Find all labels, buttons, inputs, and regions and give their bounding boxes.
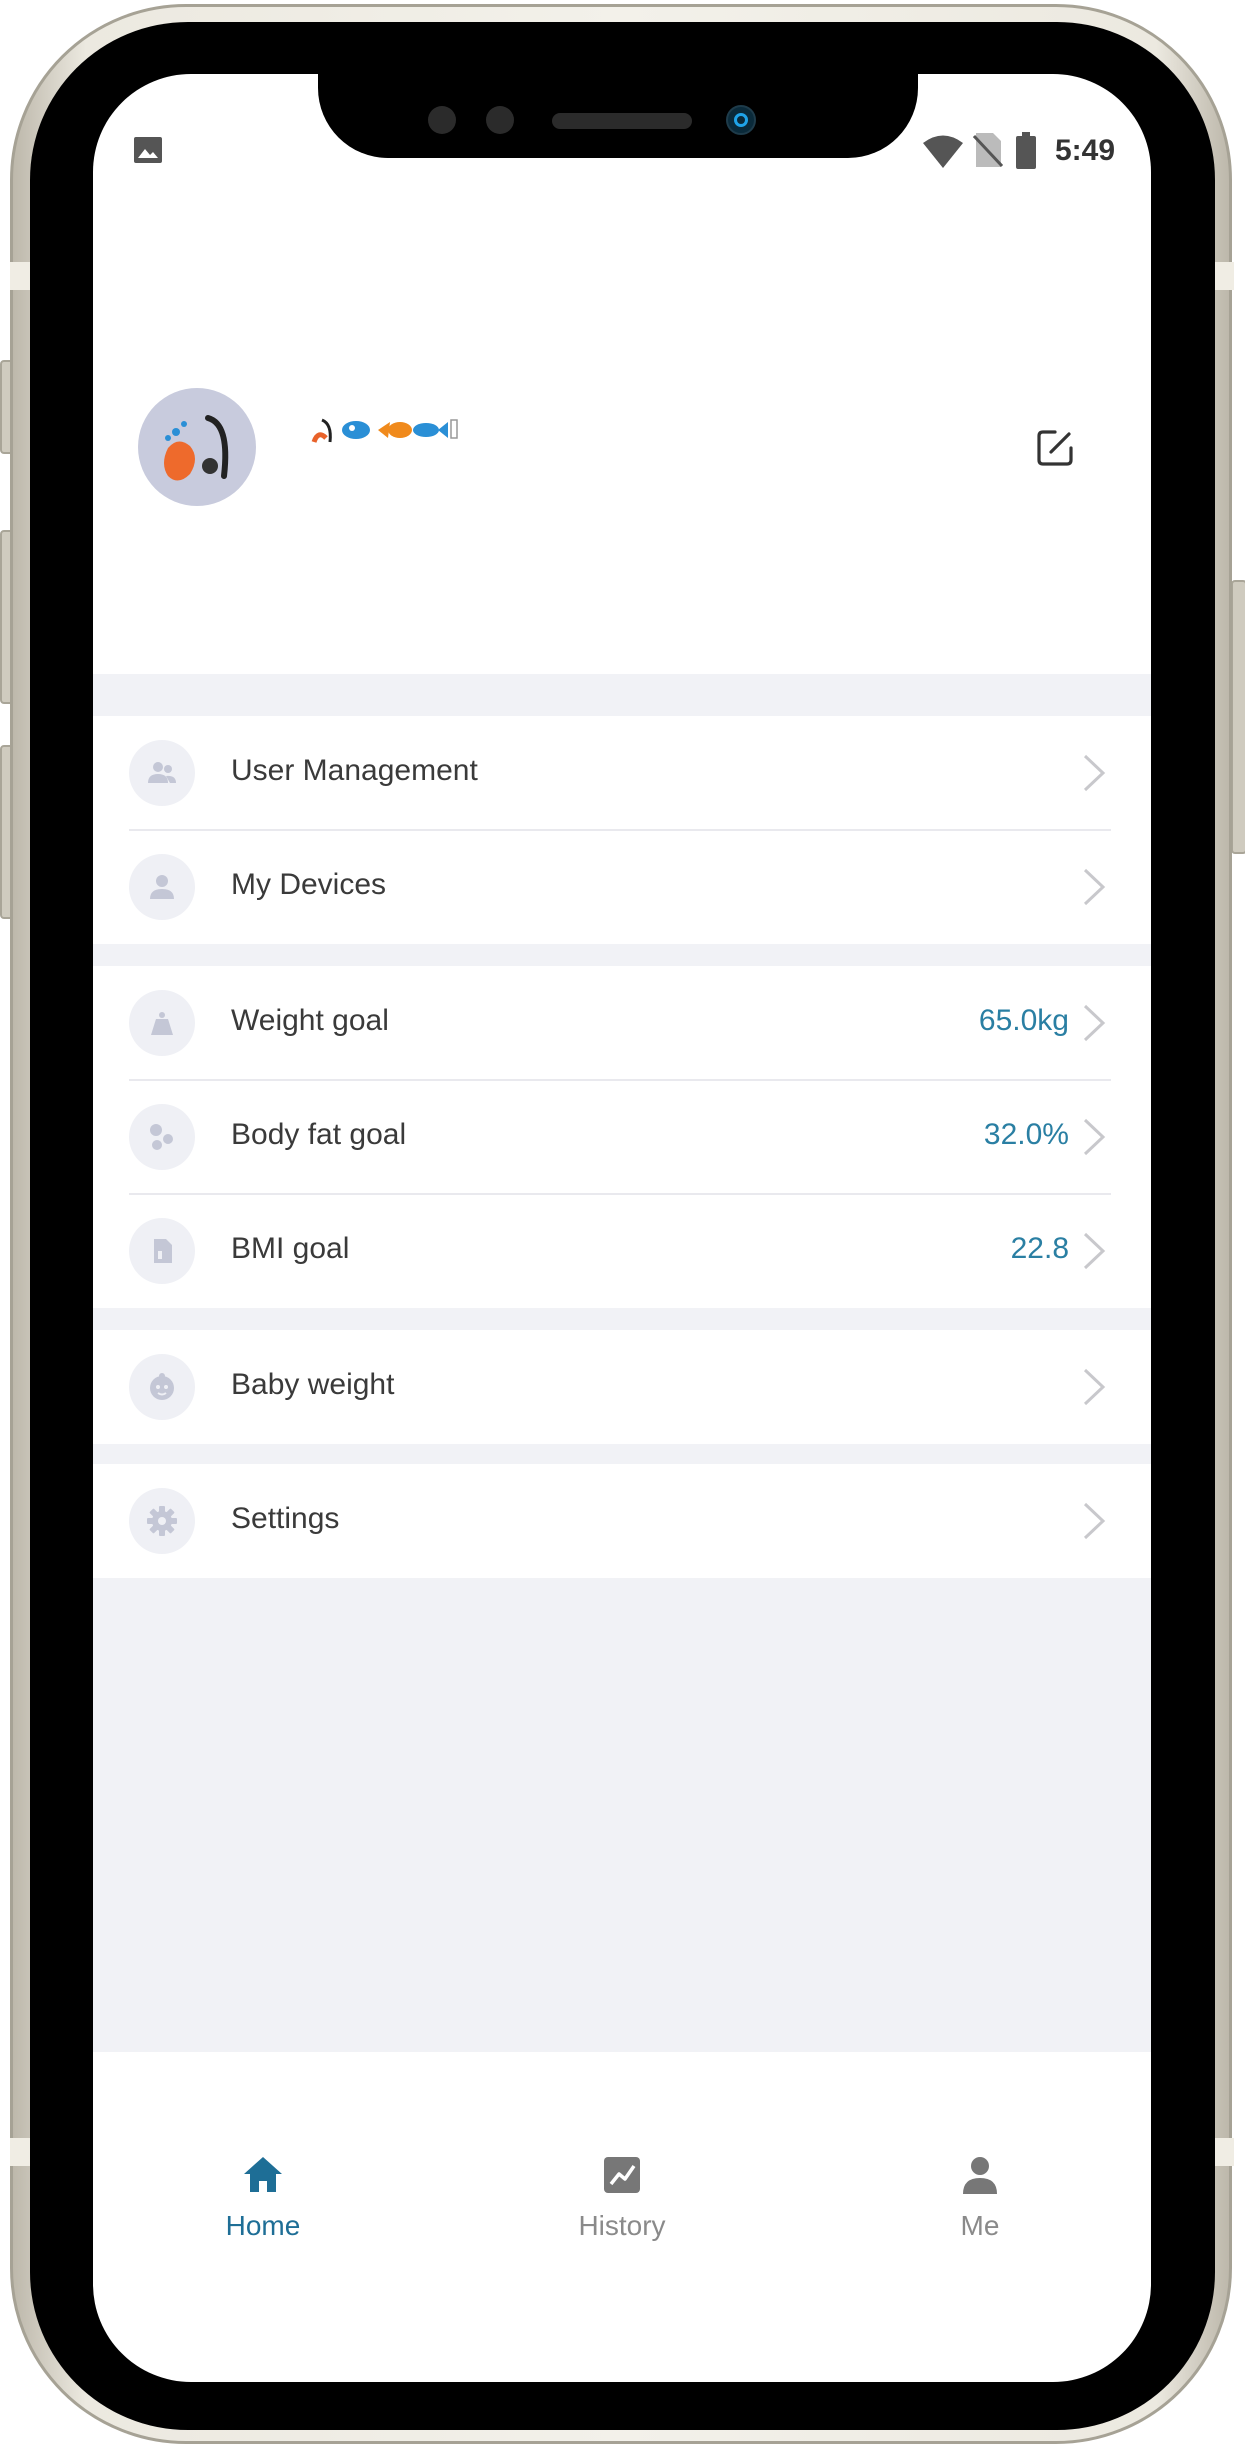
menu-item-label: Baby weight	[231, 1368, 395, 1401]
chevron-right-icon	[1083, 868, 1106, 906]
chart-icon	[604, 2157, 640, 2193]
gear-icon	[129, 1488, 195, 1554]
emoji-fishing-username	[311, 418, 458, 443]
tab-label: Me	[960, 2210, 1000, 2241]
users-icon	[129, 740, 195, 806]
menu-item-baby-weight[interactable]: Baby weight	[93, 1330, 1151, 1444]
menu-item-label: User Management	[231, 754, 478, 787]
chevron-right-icon	[1083, 754, 1106, 792]
chevron-right-icon	[1083, 1232, 1106, 1270]
chevron-right-icon	[1083, 1502, 1106, 1540]
person-icon	[129, 854, 195, 920]
tab-home[interactable]: Home	[163, 2154, 363, 2314]
menu-item-bmi-goal[interactable]: BMI goal 22.8	[93, 1194, 1151, 1308]
tab-label: Home	[225, 2210, 301, 2241]
bottom-tab-bar: Home History Me	[93, 2154, 1151, 2314]
battery-icon	[1016, 132, 1036, 169]
weight-goal-value: 65.0kg	[978, 1004, 1069, 1037]
menu-item-label: Weight goal	[231, 1004, 389, 1037]
menu-item-label: Settings	[231, 1502, 340, 1535]
edit-icon[interactable]	[1035, 428, 1075, 468]
chevron-right-icon	[1083, 1368, 1106, 1406]
status-time: 5:49	[1055, 134, 1116, 167]
chevron-right-icon	[1083, 1004, 1106, 1042]
tab-history[interactable]: History	[522, 2154, 722, 2314]
app-screen: 5:49 User Management My Devices Weight g…	[93, 74, 1151, 2382]
menu-item-label: My Devices	[231, 868, 387, 901]
wifi-icon	[923, 135, 963, 168]
menu-item-label: BMI goal	[231, 1232, 350, 1265]
baby-icon	[129, 1354, 195, 1420]
menu-item-label: Body fat goal	[231, 1118, 407, 1151]
gallery-icon	[134, 137, 162, 163]
menu-item-my-devices[interactable]: My Devices	[93, 830, 1151, 944]
menu-item-user-management[interactable]: User Management	[93, 716, 1151, 830]
no-sim-icon	[973, 133, 1003, 168]
menu-item-body-fat-goal[interactable]: Body fat goal 32.0%	[93, 1080, 1151, 1194]
chevron-right-icon	[1083, 1118, 1106, 1156]
tab-me[interactable]: Me	[880, 2154, 1080, 2314]
home-icon	[244, 2157, 282, 2192]
menu-item-settings[interactable]: Settings	[93, 1464, 1151, 1578]
body-fat-icon	[129, 1104, 195, 1170]
sensor-dot	[486, 106, 514, 134]
bmi-icon	[129, 1218, 195, 1284]
earpiece-speaker	[552, 113, 692, 129]
body-fat-goal-value: 32.0%	[983, 1118, 1069, 1151]
fishing-avatar-icon	[164, 415, 229, 481]
camera-notch	[318, 72, 918, 158]
menu-item-weight-goal[interactable]: Weight goal 65.0kg	[93, 966, 1151, 1080]
menu-list: User Management My Devices Weight goal 6…	[93, 674, 1151, 2052]
sensor-dot	[428, 106, 456, 134]
menu-group-baby: Baby weight	[93, 1330, 1151, 1444]
menu-group-account: User Management My Devices	[93, 716, 1151, 944]
bmi-goal-value: 22.8	[1010, 1232, 1069, 1265]
power-button	[1231, 580, 1245, 854]
avatar[interactable]	[138, 388, 256, 506]
front-camera	[726, 105, 756, 135]
menu-group-goals: Weight goal 65.0kg Body fat goal 32.0% B…	[93, 966, 1151, 1308]
person-icon	[963, 2157, 997, 2194]
weight-icon	[129, 990, 195, 1056]
menu-group-settings: Settings	[93, 1464, 1151, 1578]
tab-label: History	[578, 2210, 666, 2241]
